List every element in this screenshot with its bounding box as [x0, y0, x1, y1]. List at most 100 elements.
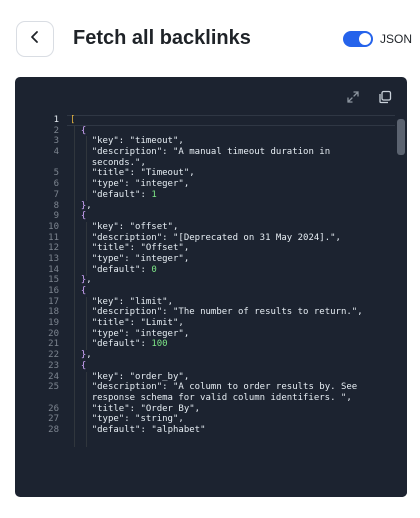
code-line[interactable]: 22 },: [15, 350, 395, 361]
line-content: "description": "The number of results to…: [70, 307, 363, 318]
line-number: 17: [48, 296, 59, 307]
line-content: "title": "Limit",: [70, 318, 184, 329]
code-token: :: [118, 136, 130, 147]
code-line[interactable]: 14 "default": 0: [15, 265, 395, 276]
code-line[interactable]: 3 "key": "timeout",: [15, 136, 395, 147]
line-number: 12: [48, 243, 59, 254]
line-content: "title": "Timeout",: [70, 168, 195, 179]
line-number: 3: [53, 136, 59, 147]
code-token: "type": [91, 179, 125, 190]
line-content: "description": "A manual timeout duratio…: [70, 147, 330, 158]
code-token: ,: [183, 371, 190, 382]
code-line[interactable]: 15 },: [15, 275, 395, 286]
json-toggle-label: JSON: [380, 32, 413, 46]
line-content: "key": "order_by",: [70, 371, 190, 383]
editor-scrollbar[interactable]: [395, 115, 407, 497]
line-content: "default": "alphabet": [70, 425, 206, 436]
line-number: 16: [48, 286, 59, 296]
line-number: 2: [53, 125, 59, 136]
code-line[interactable]: 16 {: [15, 286, 395, 297]
code-token: "A column to order results by. See: [172, 382, 358, 393]
code-token: ,: [346, 392, 352, 403]
code-token: "Limit": [140, 318, 179, 329]
code-line[interactable]: 11 "description": "[Deprecated on 31 May…: [15, 233, 395, 244]
code-token: "title": [91, 168, 130, 179]
code-token: ,: [172, 221, 179, 232]
code-line[interactable]: 27 "type": "string",: [15, 414, 395, 425]
code-line[interactable]: 13 "type": "integer",: [15, 254, 395, 265]
code-line[interactable]: 7 "default": 1: [15, 190, 395, 201]
line-number: 5: [53, 168, 59, 179]
code-token: {: [80, 125, 87, 136]
code-token: "timeout": [129, 136, 179, 147]
code-token: 100: [151, 339, 168, 350]
scrollbar-thumb[interactable]: [397, 119, 405, 155]
code-line[interactable]: 12 "title": "Offset",: [15, 243, 395, 254]
line-content: "default": 0: [70, 265, 157, 276]
json-toggle[interactable]: [343, 31, 373, 47]
code-line[interactable]: 4 "description": "A manual timeout durat…: [15, 147, 395, 158]
indent-guide: [86, 136, 87, 201]
code-line[interactable]: 28 "default": "alphabet": [15, 425, 395, 436]
code-line[interactable]: 26 "title": "Order By",: [15, 404, 395, 415]
code-line[interactable]: 5 "title": "Timeout",: [15, 168, 395, 179]
line-number: 7: [53, 189, 59, 200]
code-token: :: [129, 403, 141, 414]
code-line[interactable]: 17 "key": "limit",: [15, 297, 395, 308]
code-token: "integer": [135, 179, 184, 190]
code-token: :: [162, 147, 173, 158]
code-line[interactable]: seconds.",: [15, 158, 395, 169]
code-token: :: [118, 371, 130, 382]
code-line[interactable]: 19 "title": "Limit",: [15, 318, 395, 329]
code-token: :: [118, 221, 130, 232]
code-line[interactable]: response schema for valid column identif…: [15, 393, 395, 404]
code-token: "title": [91, 403, 130, 414]
code-token: "key": [91, 221, 119, 232]
code-line[interactable]: 18 "description": "The number of results…: [15, 307, 395, 318]
code-token: {: [80, 360, 87, 371]
line-content: "type": "string",: [70, 414, 184, 425]
code-line[interactable]: 23 {: [15, 361, 395, 372]
code-token: "default": [91, 264, 141, 275]
code-token: "key": [91, 371, 119, 382]
code-token: "title": [91, 318, 130, 329]
code-line[interactable]: 20 "type": "integer",: [15, 329, 395, 340]
code-token: "Offset": [140, 243, 184, 254]
code-line[interactable]: 2 {: [15, 126, 395, 137]
code-token: ,: [178, 136, 184, 147]
line-number: 28: [48, 424, 59, 435]
back-button[interactable]: [16, 21, 54, 57]
code-token: "Order By": [140, 403, 195, 414]
code-token: ,: [183, 328, 190, 339]
code-lines[interactable]: 1[2 {3 "key": "timeout", 4 "description":…: [15, 115, 395, 497]
code-token: "string": [135, 414, 179, 425]
expand-icon[interactable]: [345, 89, 361, 105]
code-line[interactable]: 25 "description": "A column to order res…: [15, 382, 395, 393]
code-line[interactable]: 8 },: [15, 201, 395, 212]
line-content: "title": "Order By",: [70, 404, 200, 415]
line-content: "key": "timeout",: [70, 136, 184, 147]
code-token: ,: [86, 350, 92, 361]
code-line[interactable]: 6 "type": "integer",: [15, 179, 395, 190]
code-editor[interactable]: 1[2 {3 "key": "timeout", 4 "description":…: [15, 77, 407, 497]
code-token: "Timeout": [140, 168, 190, 179]
line-number: 1: [53, 115, 59, 125]
code-line[interactable]: 21 "default": 100: [15, 339, 395, 350]
code-token: "offset": [129, 221, 173, 232]
copy-icon[interactable]: [377, 89, 393, 105]
code-line[interactable]: 1[: [15, 115, 395, 126]
code-token: :: [124, 253, 136, 264]
code-token: "default": [91, 189, 141, 200]
code-token: "integer": [135, 328, 184, 339]
code-token: :: [124, 179, 136, 190]
code-line[interactable]: 9 {: [15, 211, 395, 222]
line-content: "description": "[Deprecated on 31 May 20…: [70, 233, 341, 244]
code-line[interactable]: 24 "key": "order_by",: [15, 372, 395, 383]
code-line[interactable]: 10 "key": "offset",: [15, 222, 395, 233]
code-token: ,: [86, 275, 92, 286]
code-token: "type": [91, 253, 125, 264]
code-token: "limit": [129, 296, 168, 307]
